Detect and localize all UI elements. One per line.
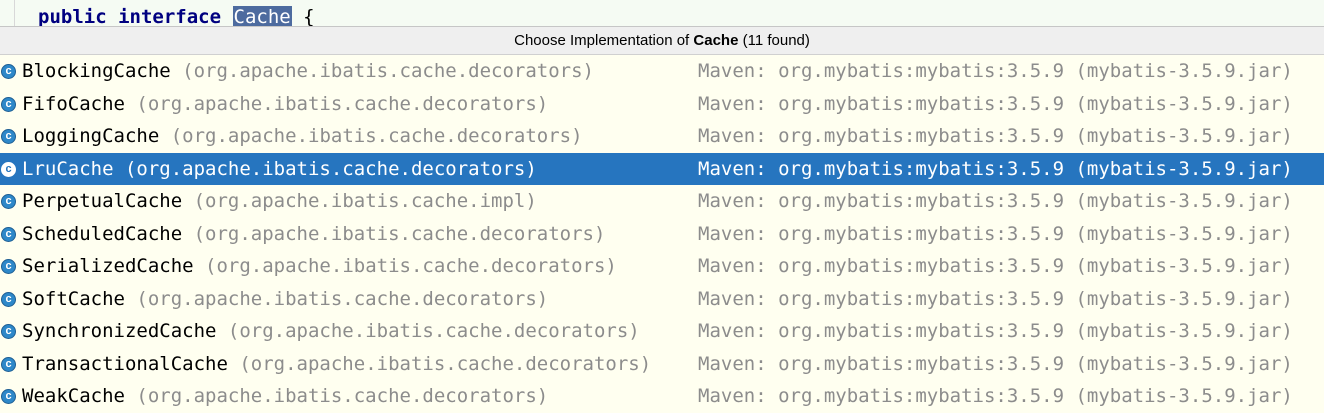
choose-implementation-popup: Choose Implementation of Cache (11 found… — [0, 26, 1324, 413]
class-name: SynchronizedCache — [22, 320, 217, 342]
editor-gutter — [14, 0, 15, 26]
class-icon: c — [1, 161, 16, 177]
package-name: (org.apache.ibatis.cache.decorators) — [170, 125, 583, 147]
class-name: PerpetualCache — [22, 190, 183, 212]
implementation-label: SerializedCache (org.apache.ibatis.cache… — [22, 250, 617, 282]
class-name: BlockingCache — [22, 60, 171, 82]
opening-brace: { — [303, 6, 315, 26]
class-name: TransactionalCache — [22, 352, 228, 375]
implementation-item[interactable]: c ScheduledCache (org.apache.ibatis.cache… — [0, 218, 1324, 251]
implementation-item[interactable]: c SynchronizedCache (org.apache.ibatis.ca… — [0, 315, 1324, 348]
class-icon: c — [1, 226, 16, 242]
class-name: WeakCache — [22, 385, 125, 407]
package-name: (org.apache.ibatis.cache.decorators) — [182, 60, 594, 82]
library-location: Maven: org.mybatis:mybatis:3.5.9 (mybati… — [698, 60, 1293, 82]
implementation-label: BlockingCache (org.apache.ibatis.cache.d… — [22, 55, 594, 87]
implementation-list: c BlockingCache (org.apache.ibatis.cache.… — [0, 55, 1324, 413]
library-location: Maven: org.mybatis:mybatis:3.5.9 (mybati… — [698, 92, 1293, 115]
class-icon: c — [1, 129, 16, 144]
library-location: Maven: org.mybatis:mybatis:3.5.9 (mybati… — [698, 320, 1293, 342]
implementation-item[interactable]: c BlockingCache (org.apache.ibatis.cache.… — [0, 55, 1324, 88]
class-icon: c — [1, 64, 16, 79]
class-icon: c — [1, 356, 16, 372]
class-name: SoftCache — [22, 287, 125, 310]
implementation-label: SoftCache (org.apache.ibatis.cache.decor… — [22, 283, 548, 315]
implementation-label: WeakCache (org.apache.ibatis.cache.decor… — [22, 380, 548, 412]
library-location: Maven: org.mybatis:mybatis:3.5.9 (mybati… — [698, 125, 1293, 147]
class-icon: c — [1, 194, 16, 209]
implementation-label: FifoCache (org.apache.ibatis.cache.decor… — [22, 88, 548, 120]
library-location: Maven: org.mybatis:mybatis:3.5.9 (mybati… — [698, 255, 1293, 277]
popup-title-count: (11 found) — [738, 32, 810, 49]
keyword-public: public — [38, 6, 107, 26]
implementation-item[interactable]: c LoggingCache (org.apache.ibatis.cache.d… — [0, 120, 1324, 153]
library-location: Maven: org.mybatis:mybatis:3.5.9 (mybati… — [698, 352, 1293, 375]
package-name: (org.apache.ibatis.cache.decorators) — [227, 320, 640, 342]
implementation-label: LoggingCache (org.apache.ibatis.cache.de… — [22, 120, 583, 152]
class-name: SerializedCache — [22, 255, 194, 277]
implementation-item[interactable]: c PerpetualCache (org.apache.ibatis.cache… — [0, 185, 1324, 218]
package-name: (org.apache.ibatis.cache.decorators) — [136, 287, 549, 310]
class-icon: c — [1, 96, 16, 112]
implementation-item[interactable]: c FifoCache (org.apache.ibatis.cache.deco… — [0, 88, 1324, 121]
class-icon: c — [1, 389, 16, 404]
class-name: LruCache — [22, 157, 114, 180]
implementation-item[interactable]: c SerializedCache (org.apache.ibatis.cach… — [0, 250, 1324, 283]
implementation-item[interactable]: c LruCache (org.apache.ibatis.cache.decor… — [0, 152, 1324, 185]
keyword-interface: interface — [118, 6, 222, 26]
class-icon: c — [1, 259, 16, 274]
class-icon: c — [1, 291, 16, 307]
library-location: Maven: org.mybatis:mybatis:3.5.9 (mybati… — [698, 287, 1293, 310]
package-name: (org.apache.ibatis.cache.decorators) — [205, 255, 617, 277]
implementation-label: SynchronizedCache (org.apache.ibatis.cac… — [22, 315, 640, 347]
implementation-label: PerpetualCache (org.apache.ibatis.cache.… — [22, 185, 537, 217]
implementation-item[interactable]: c SoftCache (org.apache.ibatis.cache.deco… — [0, 283, 1324, 316]
implementation-label: LruCache (org.apache.ibatis.cache.decora… — [22, 153, 537, 185]
popup-title-target: Cache — [693, 32, 739, 49]
implementation-item[interactable]: c TransactionalCache (org.apache.ibatis.c… — [0, 348, 1324, 381]
code-text[interactable]: public interface Cache { — [38, 5, 315, 26]
highlighted-identifier[interactable]: Cache — [232, 6, 292, 26]
class-name: LoggingCache — [22, 125, 160, 147]
package-name: (org.apache.ibatis.cache.decorators) — [193, 222, 606, 245]
implementation-label: ScheduledCache (org.apache.ibatis.cache.… — [22, 218, 605, 250]
package-name: (org.apache.ibatis.cache.decorators) — [239, 352, 652, 375]
class-name: FifoCache — [22, 92, 125, 115]
implementation-item[interactable]: c WeakCache (org.apache.ibatis.cache.deco… — [0, 380, 1324, 413]
editor-code-line[interactable]: public interface Cache { — [0, 0, 1324, 26]
library-location: Maven: org.mybatis:mybatis:3.5.9 (mybati… — [698, 385, 1293, 407]
library-location: Maven: org.mybatis:mybatis:3.5.9 (mybati… — [698, 222, 1293, 245]
package-name: (org.apache.ibatis.cache.impl) — [193, 190, 537, 212]
library-location: Maven: org.mybatis:mybatis:3.5.9 (mybati… — [698, 190, 1293, 212]
package-name: (org.apache.ibatis.cache.decorators) — [124, 157, 537, 180]
package-name: (org.apache.ibatis.cache.decorators) — [136, 385, 549, 407]
popup-title-prefix: Choose Implementation of — [514, 32, 694, 49]
class-name: ScheduledCache — [22, 222, 183, 245]
popup-header: Choose Implementation of Cache (11 found… — [0, 27, 1324, 55]
package-name: (org.apache.ibatis.cache.decorators) — [136, 92, 549, 115]
library-location: Maven: org.mybatis:mybatis:3.5.9 (mybati… — [698, 157, 1293, 180]
class-icon: c — [1, 324, 16, 339]
implementation-label: TransactionalCache (org.apache.ibatis.ca… — [22, 348, 651, 380]
